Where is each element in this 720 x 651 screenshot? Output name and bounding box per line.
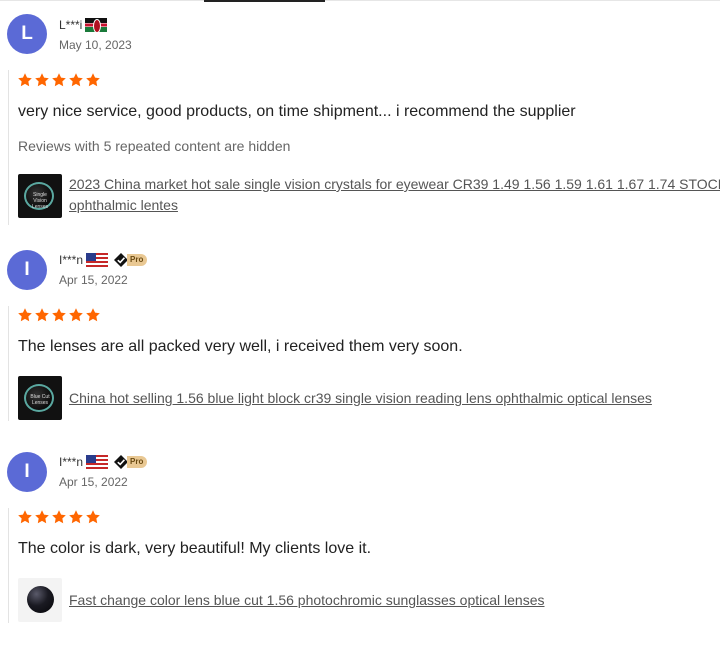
product-thumbnail[interactable]: Blue Cut Lenses [18, 376, 62, 420]
review-body-border [8, 306, 9, 421]
kenya-flag-icon [85, 18, 108, 32]
reviewer-line: I***n Pro [59, 455, 148, 469]
star-icon [35, 73, 49, 87]
usa-flag-icon [86, 253, 109, 267]
pro-badge: Pro [113, 253, 148, 267]
star-icon [52, 73, 66, 87]
star-icon [18, 73, 32, 87]
star-icon [18, 308, 32, 322]
product-link[interactable]: China hot selling 1.56 blue light block … [69, 388, 652, 409]
review-text: The color is dark, very beautiful! My cl… [18, 540, 372, 557]
pro-label: Pro [127, 456, 148, 468]
product-link[interactable]: 2023 China market hot sale single vision… [69, 174, 720, 216]
product-thumbnail[interactable]: Single Vision Lenses [18, 174, 62, 218]
hidden-reviews-note: Reviews with 5 repeated content are hidd… [18, 138, 291, 154]
star-rating [17, 72, 101, 88]
star-rating [17, 307, 101, 323]
product-link[interactable]: Fast change color lens blue cut 1.56 pho… [69, 590, 545, 611]
review-date: Apr 15, 2022 [59, 475, 128, 489]
star-icon [35, 308, 49, 322]
pro-badge: Pro [113, 455, 148, 469]
avatar: L [7, 14, 47, 54]
avatar: I [7, 250, 47, 290]
star-icon [86, 308, 100, 322]
reviewer-name: I***n [59, 455, 84, 469]
product-link-line1[interactable]: Fast change color lens blue cut 1.56 pho… [69, 590, 545, 611]
star-icon [18, 510, 32, 524]
product-link-line1[interactable]: 2023 China market hot sale single vision… [69, 174, 720, 195]
review-text: The lenses are all packed very well, i r… [18, 338, 463, 355]
pro-label: Pro [127, 254, 148, 266]
star-icon [52, 510, 66, 524]
thumb-label: Single Vision Lenses [31, 192, 49, 210]
product-link-row[interactable]: Single Vision Lenses 2023 China market h… [18, 174, 720, 218]
thumb-label: Blue Cut Lenses [30, 394, 50, 406]
product-link-line2[interactable]: ophthalmic lentes [69, 195, 720, 216]
star-icon [69, 73, 83, 87]
star-icon [69, 510, 83, 524]
reviewer-line: L***i [59, 18, 108, 32]
usa-flag-icon [86, 455, 109, 469]
review-date: Apr 15, 2022 [59, 273, 128, 287]
product-thumbnail[interactable] [18, 578, 62, 622]
top-divider [0, 0, 720, 1]
review-body-border [8, 70, 9, 225]
active-tab-indicator [204, 0, 325, 2]
review-body-border [8, 508, 9, 623]
star-icon [86, 73, 100, 87]
reviewer-line: I***n Pro [59, 253, 148, 267]
avatar: I [7, 452, 47, 492]
lens-image: Blue Cut Lenses [24, 384, 54, 412]
product-link-line1[interactable]: China hot selling 1.56 blue light block … [69, 388, 652, 409]
lens-image: Single Vision Lenses [24, 182, 54, 210]
product-link-row[interactable]: Fast change color lens blue cut 1.56 pho… [18, 578, 545, 622]
reviewer-name: L***i [59, 18, 83, 32]
review-text: very nice service, good products, on tim… [18, 103, 576, 120]
star-icon [35, 510, 49, 524]
star-rating [17, 509, 101, 525]
star-icon [52, 308, 66, 322]
star-icon [69, 308, 83, 322]
product-link-row[interactable]: Blue Cut Lenses China hot selling 1.56 b… [18, 376, 652, 420]
lens-image [27, 586, 54, 613]
review-date: May 10, 2023 [59, 38, 132, 52]
star-icon [86, 510, 100, 524]
reviewer-name: I***n [59, 253, 84, 267]
